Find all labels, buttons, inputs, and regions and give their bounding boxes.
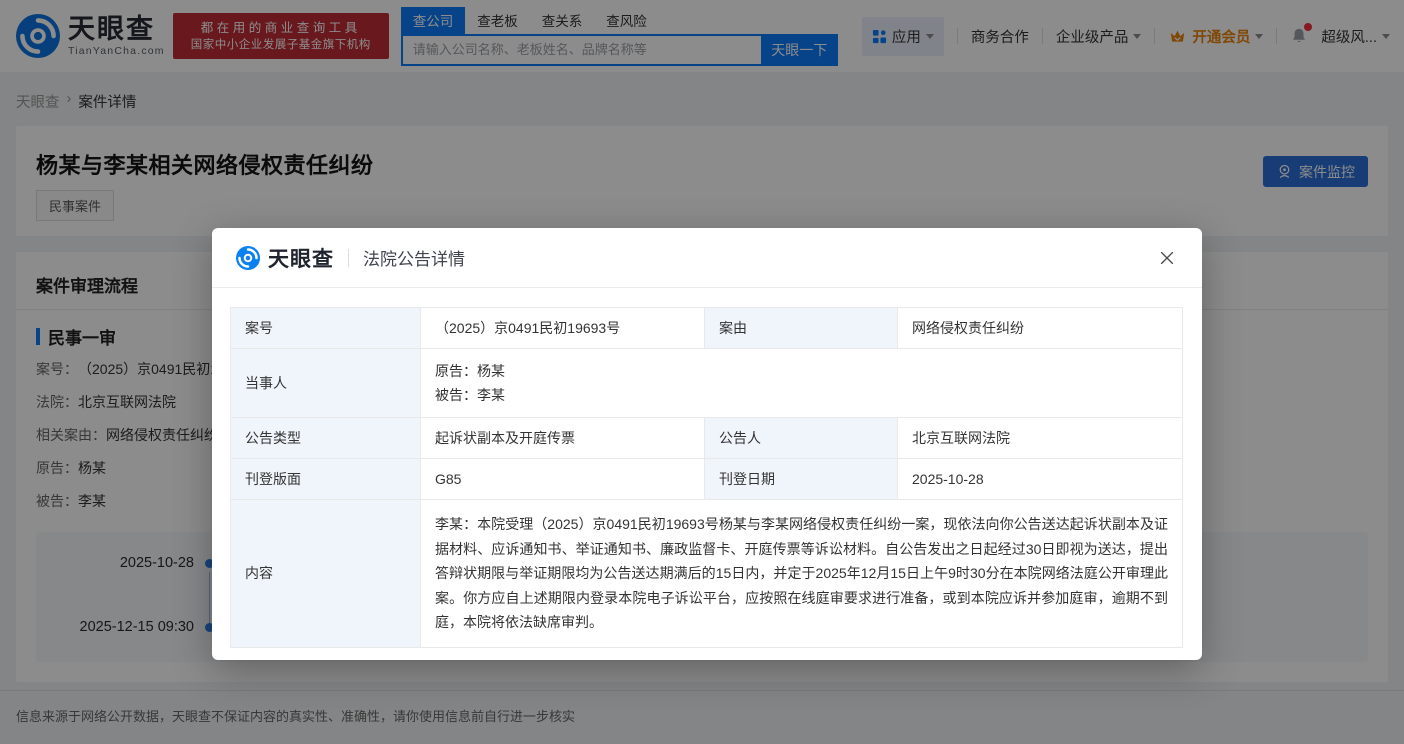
cell-value-parties: 原告：杨某 被告：李某 — [420, 348, 1183, 418]
modal-header: 天眼查 法院公告详情 — [212, 228, 1202, 288]
modal-title: 法院公告详情 — [363, 250, 465, 269]
table-row: 案号 （2025）京0491民初19693号 案由 网络侵权责任纠纷 — [230, 307, 1183, 349]
cell-label-page: 刊登版面 — [230, 458, 421, 500]
party-defendant: 被告：李某 — [435, 387, 505, 403]
cell-label-parties: 当事人 — [230, 348, 421, 418]
cell-label-notice-type: 公告类型 — [230, 417, 421, 459]
table-row: 内容 李某：本院受理（2025）京0491民初19693号杨某与李某网络侵权责任… — [230, 499, 1183, 648]
tianyancha-eye-icon — [236, 245, 260, 270]
cell-label-content: 内容 — [230, 499, 421, 648]
cell-label-publish-date: 刊登日期 — [704, 458, 898, 500]
cell-value-content: 李某：本院受理（2025）京0491民初19693号杨某与李某网络侵权责任纠纷一… — [420, 499, 1183, 648]
cell-value-publish-date: 2025-10-28 — [897, 458, 1183, 500]
cell-label-cause: 案由 — [704, 307, 898, 349]
cell-label-announcer: 公告人 — [704, 417, 898, 459]
cell-value-announcer: 北京互联网法院 — [897, 417, 1183, 459]
announcement-table: 案号 （2025）京0491民初19693号 案由 网络侵权责任纠纷 当事人 原… — [230, 307, 1183, 648]
table-row: 公告类型 起诉状副本及开庭传票 公告人 北京互联网法院 — [230, 417, 1183, 459]
modal-body: 案号 （2025）京0491民初19693号 案由 网络侵权责任纠纷 当事人 原… — [212, 288, 1202, 648]
court-announcement-modal: 天眼查 法院公告详情 案号 （2025）京0491民初19693号 案由 网络侵… — [212, 228, 1202, 660]
modal-brand-name: 天眼查 — [268, 247, 334, 271]
cell-label-case-no: 案号 — [230, 307, 421, 349]
table-row: 刊登版面 G85 刊登日期 2025-10-28 — [230, 458, 1183, 500]
close-icon[interactable] — [1156, 247, 1178, 269]
cell-value-cause: 网络侵权责任纠纷 — [897, 307, 1183, 349]
cell-value-case-no: （2025）京0491民初19693号 — [420, 307, 705, 349]
party-plaintiff: 原告：杨某 — [435, 363, 505, 379]
table-row: 当事人 原告：杨某 被告：李某 — [230, 348, 1183, 418]
cell-value-notice-type: 起诉状副本及开庭传票 — [420, 417, 705, 459]
divider — [348, 248, 349, 267]
cell-value-page: G85 — [420, 458, 705, 500]
